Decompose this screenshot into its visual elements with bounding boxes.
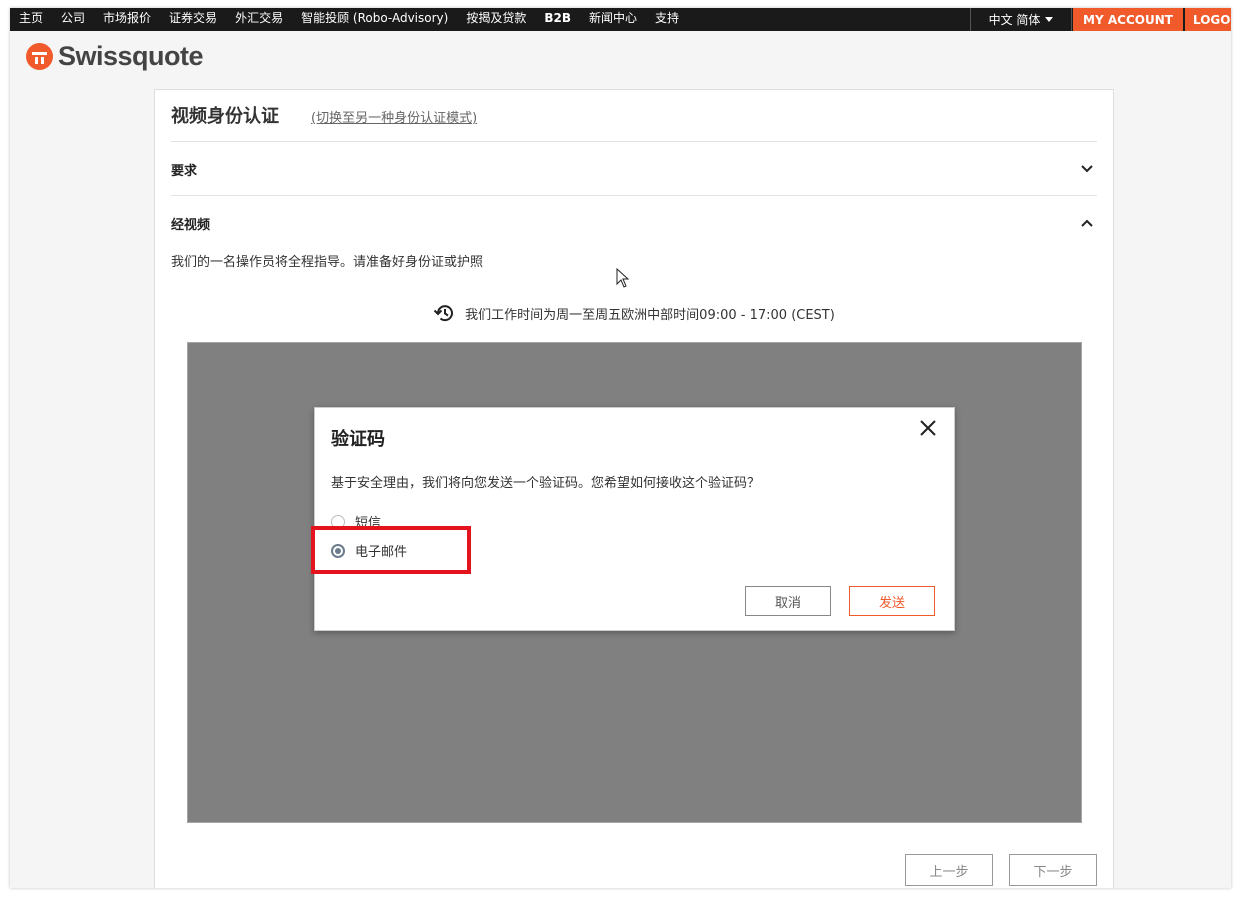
card-header: 视频身份认证 (切换至另一种身份认证模式) bbox=[171, 102, 477, 128]
highlight-box bbox=[311, 526, 471, 574]
chevron-up-icon bbox=[1077, 213, 1097, 233]
video-accordion[interactable]: 经视频 bbox=[171, 213, 1097, 233]
divider bbox=[171, 141, 1097, 142]
browser-frame: 主页 公司 市场报价 证券交易 外汇交易 智能投顾 (Robo-Advisory… bbox=[10, 8, 1231, 888]
main-menu: 主页 公司 市场报价 证券交易 外汇交易 智能投顾 (Robo-Advisory… bbox=[10, 8, 688, 31]
working-hours-text: 我们工作时间为周一至周五欧洲中部时间09:00 - 17:00 (CEST) bbox=[465, 307, 835, 323]
nav-item-company[interactable]: 公司 bbox=[52, 8, 94, 31]
next-button[interactable]: 下一步 bbox=[1009, 854, 1097, 886]
working-hours: 我们工作时间为周一至周五欧洲中部时间09:00 - 17:00 (CEST) bbox=[155, 303, 1113, 323]
cancel-button[interactable]: 取消 bbox=[745, 586, 831, 616]
verification-code-dialog: 验证码 基于安全理由，我们将向您发送一个验证码。您希望如何接收这个验证码？ 短信… bbox=[311, 407, 955, 631]
dialog-message: 基于安全理由，我们将向您发送一个验证码。您希望如何接收这个验证码？ bbox=[331, 476, 761, 491]
nav-item-b2b[interactable]: B2B bbox=[535, 8, 580, 31]
step-navigation: 上一步 下一步 bbox=[905, 854, 1113, 886]
previous-button[interactable]: 上一步 bbox=[905, 854, 993, 886]
nav-item-quotes[interactable]: 市场报价 bbox=[94, 8, 160, 31]
history-icon bbox=[433, 305, 454, 322]
requirements-accordion[interactable]: 要求 bbox=[171, 159, 1097, 179]
top-navigation-bar: 主页 公司 市场报价 证券交易 外汇交易 智能投顾 (Robo-Advisory… bbox=[10, 8, 1231, 31]
nav-item-home[interactable]: 主页 bbox=[10, 8, 52, 31]
send-button[interactable]: 发送 bbox=[849, 586, 935, 616]
dialog-title: 验证码 bbox=[331, 429, 385, 450]
nav-item-robo-advisory[interactable]: 智能投顾 (Robo-Advisory) bbox=[292, 8, 457, 31]
caret-down-icon bbox=[1045, 17, 1054, 22]
mouse-pointer-icon bbox=[616, 267, 630, 292]
switch-mode-link[interactable]: (切换至另一种身份认证模式) bbox=[311, 107, 477, 126]
nav-item-mortgage[interactable]: 按揭及贷款 bbox=[457, 8, 535, 31]
nav-item-support[interactable]: 支持 bbox=[646, 8, 688, 31]
requirements-label: 要求 bbox=[171, 163, 198, 179]
page-title: 视频身份认证 bbox=[171, 106, 279, 127]
nav-item-news[interactable]: 新闻中心 bbox=[580, 8, 646, 31]
logout-button[interactable]: LOGO bbox=[1185, 8, 1231, 31]
nav-item-trading[interactable]: 证券交易 bbox=[160, 8, 226, 31]
video-label: 经视频 bbox=[171, 217, 211, 233]
brand-name: Swissquote bbox=[58, 41, 204, 71]
nav-item-forex[interactable]: 外汇交易 bbox=[226, 8, 292, 31]
video-description: 我们的一名操作员将全程指导。请准备好身份证或护照 bbox=[171, 255, 484, 270]
close-icon[interactable] bbox=[916, 416, 940, 440]
swissquote-logo-icon bbox=[26, 43, 53, 70]
divider bbox=[171, 195, 1097, 196]
swissquote-logo[interactable]: Swissquote bbox=[26, 41, 204, 72]
language-label: 中文 简体 bbox=[988, 13, 1041, 27]
chevron-down-icon bbox=[1077, 159, 1097, 179]
my-account-button[interactable]: MY ACCOUNT bbox=[1073, 8, 1183, 31]
language-selector[interactable]: 中文 简体 bbox=[970, 8, 1072, 31]
